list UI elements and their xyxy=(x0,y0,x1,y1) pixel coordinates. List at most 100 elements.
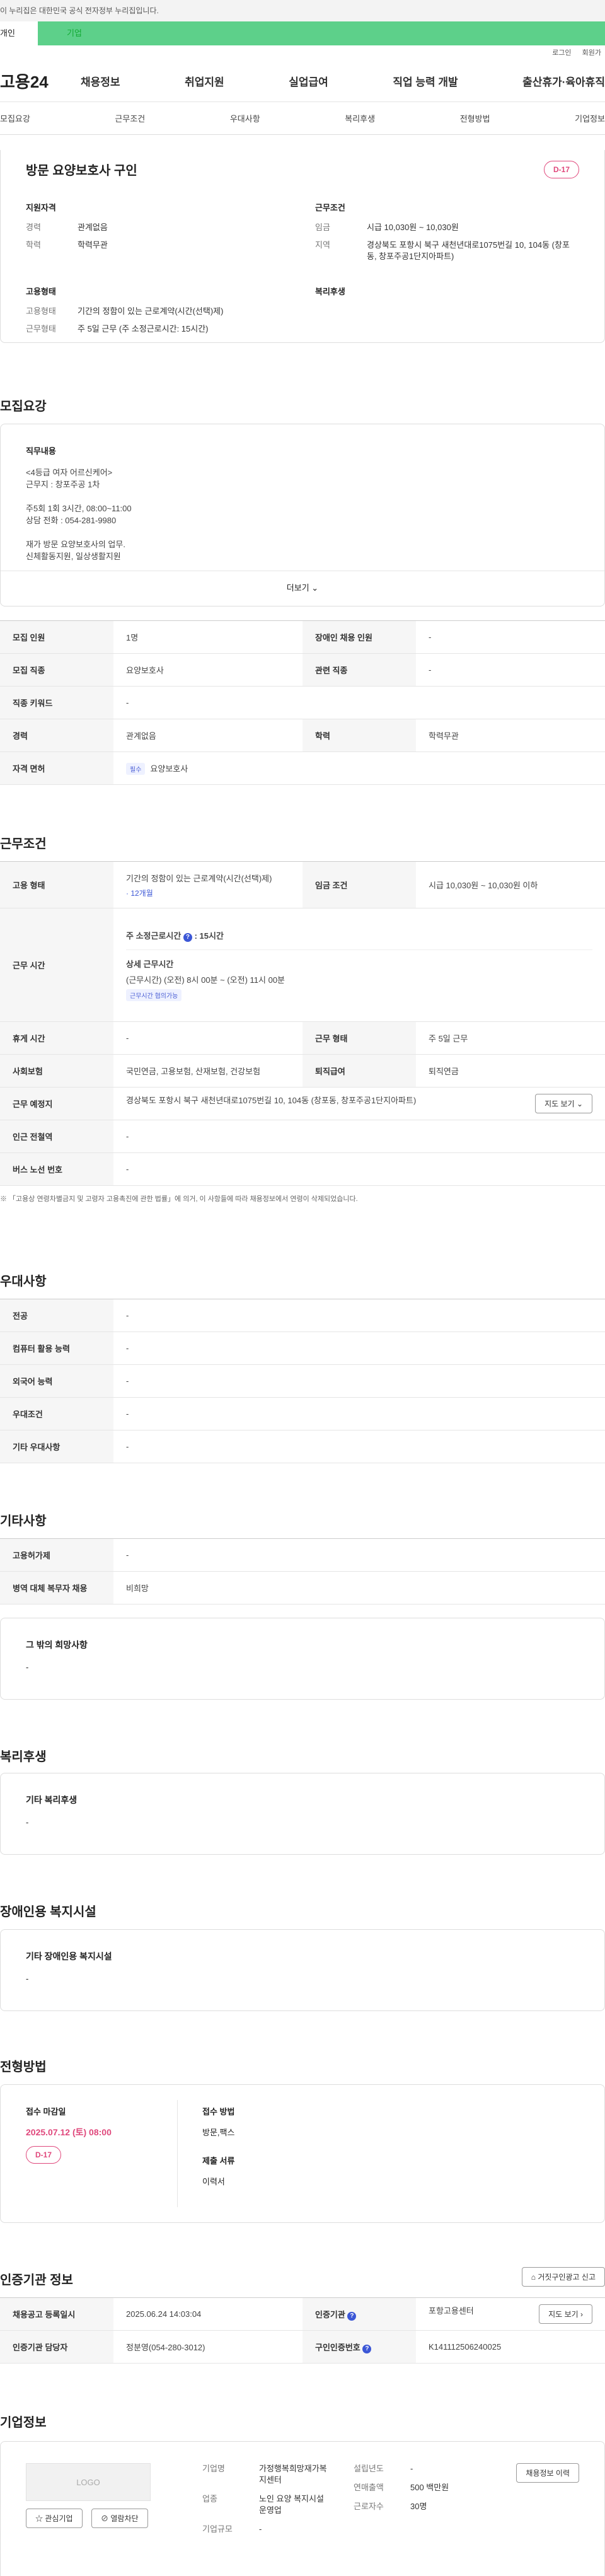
qual-label: 학력 xyxy=(26,240,41,250)
subnav-work-conditions[interactable]: 근무조건 xyxy=(115,112,145,124)
method-heading: 접수 방법 xyxy=(202,2107,235,2116)
block-button-label: 열람차단 xyxy=(110,2514,139,2523)
cell-label: 인증기관 xyxy=(315,2309,345,2319)
company-card: LOGO ☆ 관심기업 ⊘ 열람차단 기업명 가정행복희망재가복지센터 업종 노인 … xyxy=(0,2441,605,2576)
disabled-value: - xyxy=(26,1974,29,1983)
cell-label: 고용 형태 xyxy=(0,861,113,908)
hiring-history-button[interactable]: 채용정보 이력 xyxy=(516,2463,579,2483)
duty-heading: 직무내용 xyxy=(26,446,56,456)
section-nav: 모집요강 근무조건 우대사항 복리후생 전형방법 기업정보 xyxy=(0,102,605,135)
welfare-sub-heading: 기타 복리후생 xyxy=(26,1795,78,1805)
site-logo[interactable]: 고용24 xyxy=(0,69,63,93)
cell-value: K141112506240025 xyxy=(416,2330,605,2364)
info-icon[interactable]: ? xyxy=(362,2344,372,2353)
cell-value: - xyxy=(113,1538,605,1572)
cell-label: 외국어 능력 xyxy=(0,1364,113,1398)
cell-value: - xyxy=(113,1152,605,1186)
block-company-button[interactable]: ⊘ 열람차단 xyxy=(91,2509,148,2528)
cell-value: - xyxy=(113,1364,605,1398)
other-wishes-card: 그 밖의 희망사항 - xyxy=(0,1618,605,1700)
cell-value: - xyxy=(113,1332,605,1365)
duty-line: 신체활동지원, 일상생활지원 xyxy=(26,552,121,561)
more-button[interactable]: 더보기 ⌄ xyxy=(1,571,604,593)
tab-company[interactable]: 기업 xyxy=(38,21,605,45)
menu-vocational-training[interactable]: 직업 능력 개발 xyxy=(393,73,458,89)
menu-parental-leave[interactable]: 출산휴가·육아휴직 xyxy=(522,73,605,89)
welfare-card: 기타 복리후생 - xyxy=(0,1773,605,1855)
cell-label: 퇴직급여 xyxy=(302,1054,416,1088)
cell-value: 포항고용센터 xyxy=(429,2306,474,2316)
field-value: 노인 요양 복지시설 운영업 xyxy=(259,2494,324,2515)
cell-value: 주 5일 근무 xyxy=(416,1021,605,1055)
hours-main-label: 주 소정근로시간 xyxy=(126,931,182,941)
cell-value: 국민연금, 고용보험, 산재보험, 건강보험 xyxy=(113,1054,302,1088)
cell-value: 관계없음 xyxy=(113,719,302,752)
employment-block: 고용형태 고용형태 기간의 정함이 있는 근로계약(시간(선택)제) 근무형태 주 … xyxy=(26,285,290,341)
duty-card: 직무내용 <4등급 여자 어르신케어> 근무지 : 창포주공 1차 주5회 1회… xyxy=(0,424,605,606)
subnav-company[interactable]: 기업정보 xyxy=(575,112,605,124)
method-value: 방문,팩스 xyxy=(202,2128,235,2137)
menu-employment-support[interactable]: 취업지원 xyxy=(185,73,224,89)
agency-map-button[interactable]: 지도 보기 › xyxy=(539,2304,592,2324)
pref-table: 전공 - 컴퓨터 활용 능력 - 외국어 능력 - 우대조건 - 기타 우대사항 - xyxy=(0,1299,605,1463)
recruit-heading: 모집요강 xyxy=(0,400,47,414)
global-nav: 고용24 채용정보 취업지원 실업급여 직업 능력 개발 출산휴가·육아휴직 xyxy=(0,61,605,102)
qual-label: 경력 xyxy=(26,223,41,232)
field-label: 기업명 xyxy=(202,2464,225,2473)
welfare-value: - xyxy=(26,1818,29,1827)
company-logo: LOGO xyxy=(26,2463,151,2501)
cell-label: 자격 면허 xyxy=(0,751,113,785)
menu-unemployment-benefit[interactable]: 실업급여 xyxy=(289,73,328,89)
join-link[interactable]: 회원가 xyxy=(582,49,601,57)
subnav-preferences[interactable]: 우대사항 xyxy=(230,112,260,124)
duty-line: 근무지 : 창포주공 1차 xyxy=(26,480,100,489)
favorite-company-button[interactable]: ☆ 관심기업 xyxy=(26,2509,83,2528)
report-fake-ad-button[interactable]: ⌂ 거짓구인광고 신고 xyxy=(521,2267,605,2287)
menu-jobs[interactable]: 채용정보 xyxy=(81,73,120,89)
duty-line: 상담 전화 : 054-281-9980 xyxy=(26,516,117,525)
subnav-welfare[interactable]: 복리후생 xyxy=(345,112,375,124)
recruit-table: 모집 인원 1명 장애인 채용 인원 - 모집 직종 요양보호사 관련 직종 - 직종 키워… xyxy=(0,620,605,785)
qualification-block: 지원자격 경력 관계없음 학력 학력무관 xyxy=(26,201,290,269)
cell-value: 2025.06.24 14:03:04 xyxy=(113,2297,302,2331)
tab-personal[interactable]: 개인 xyxy=(0,21,38,45)
top-tab-bar: 개인 기업 xyxy=(0,21,605,45)
qualification-heading: 지원자격 xyxy=(26,203,56,212)
cell-label: 휴게 시간 xyxy=(0,1021,113,1055)
qual-value: 관계없음 xyxy=(78,223,108,232)
age-notice: ※ 「고용상 연령차별금지 및 고령자 고용촉진에 관한 법률」에 의거, 이 … xyxy=(0,1195,358,1203)
deadline-heading: 접수 마감일 xyxy=(26,2107,66,2116)
cell-label: 기타 우대사항 xyxy=(0,1430,113,1463)
cond-value: 경상북도 포항시 북구 새천년대로1075번길 10, 104동 (창포동, 창… xyxy=(367,240,570,261)
subnav-screening[interactable]: 전형방법 xyxy=(460,112,490,124)
cond-value: 시급 10,030원 ~ 10,030원 xyxy=(367,223,459,232)
agency-table: 채용공고 등록일시 2025.06.24 14:03:04 인증기관 ? 포항고용… xyxy=(0,2297,605,2364)
star-icon: ☆ xyxy=(35,2514,43,2523)
screening-heading: 전형방법 xyxy=(0,2060,47,2074)
disabled-heading: 장애인용 복지시설 xyxy=(0,1905,96,1919)
info-icon[interactable]: ? xyxy=(183,932,192,942)
etc-heading: 기타사항 xyxy=(0,1514,47,1528)
field-value: 30명 xyxy=(410,2502,427,2511)
cell-label: 구인인증번호 xyxy=(315,2342,360,2352)
agency-heading: 인증기관 정보 xyxy=(0,2273,73,2287)
cell-label: 근무 형태 xyxy=(302,1021,416,1055)
disabled-card: 기타 장애인용 복지시설 - xyxy=(0,1929,605,2011)
work-table: 고용 형태 기간의 정함이 있는 근로계약(시간(선택)제) · 12개월 임금 … xyxy=(0,861,605,1204)
cell-label: 모집 인원 xyxy=(0,620,113,654)
subnav-recruit[interactable]: 모집요강 xyxy=(0,112,30,124)
info-icon[interactable]: ? xyxy=(347,2311,357,2321)
chevron-right-icon: › xyxy=(580,2310,583,2319)
emp-label: 고용형태 xyxy=(26,306,56,316)
dday-badge: D-17 xyxy=(26,2146,62,2164)
summary-card: 방문 요양보호사 구인 D-17 지원자격 경력 관계없음 학력 학력무관 근무조건… xyxy=(0,150,605,343)
map-button[interactable]: 지도 보기 ⌄ xyxy=(535,1094,592,1113)
docs-heading: 제출 서류 xyxy=(202,2156,235,2166)
favorite-button-label: 관심기업 xyxy=(45,2514,73,2523)
cond-label: 임금 xyxy=(315,223,330,232)
map-button-label: 지도 보기 xyxy=(548,2310,579,2319)
login-link[interactable]: 로그인 xyxy=(552,49,571,57)
cell-value: - xyxy=(113,1299,605,1332)
deadline-value: 2025.07.12 (토) 08:00 xyxy=(26,2127,112,2137)
cell-value: 요양보호사 xyxy=(150,763,188,774)
